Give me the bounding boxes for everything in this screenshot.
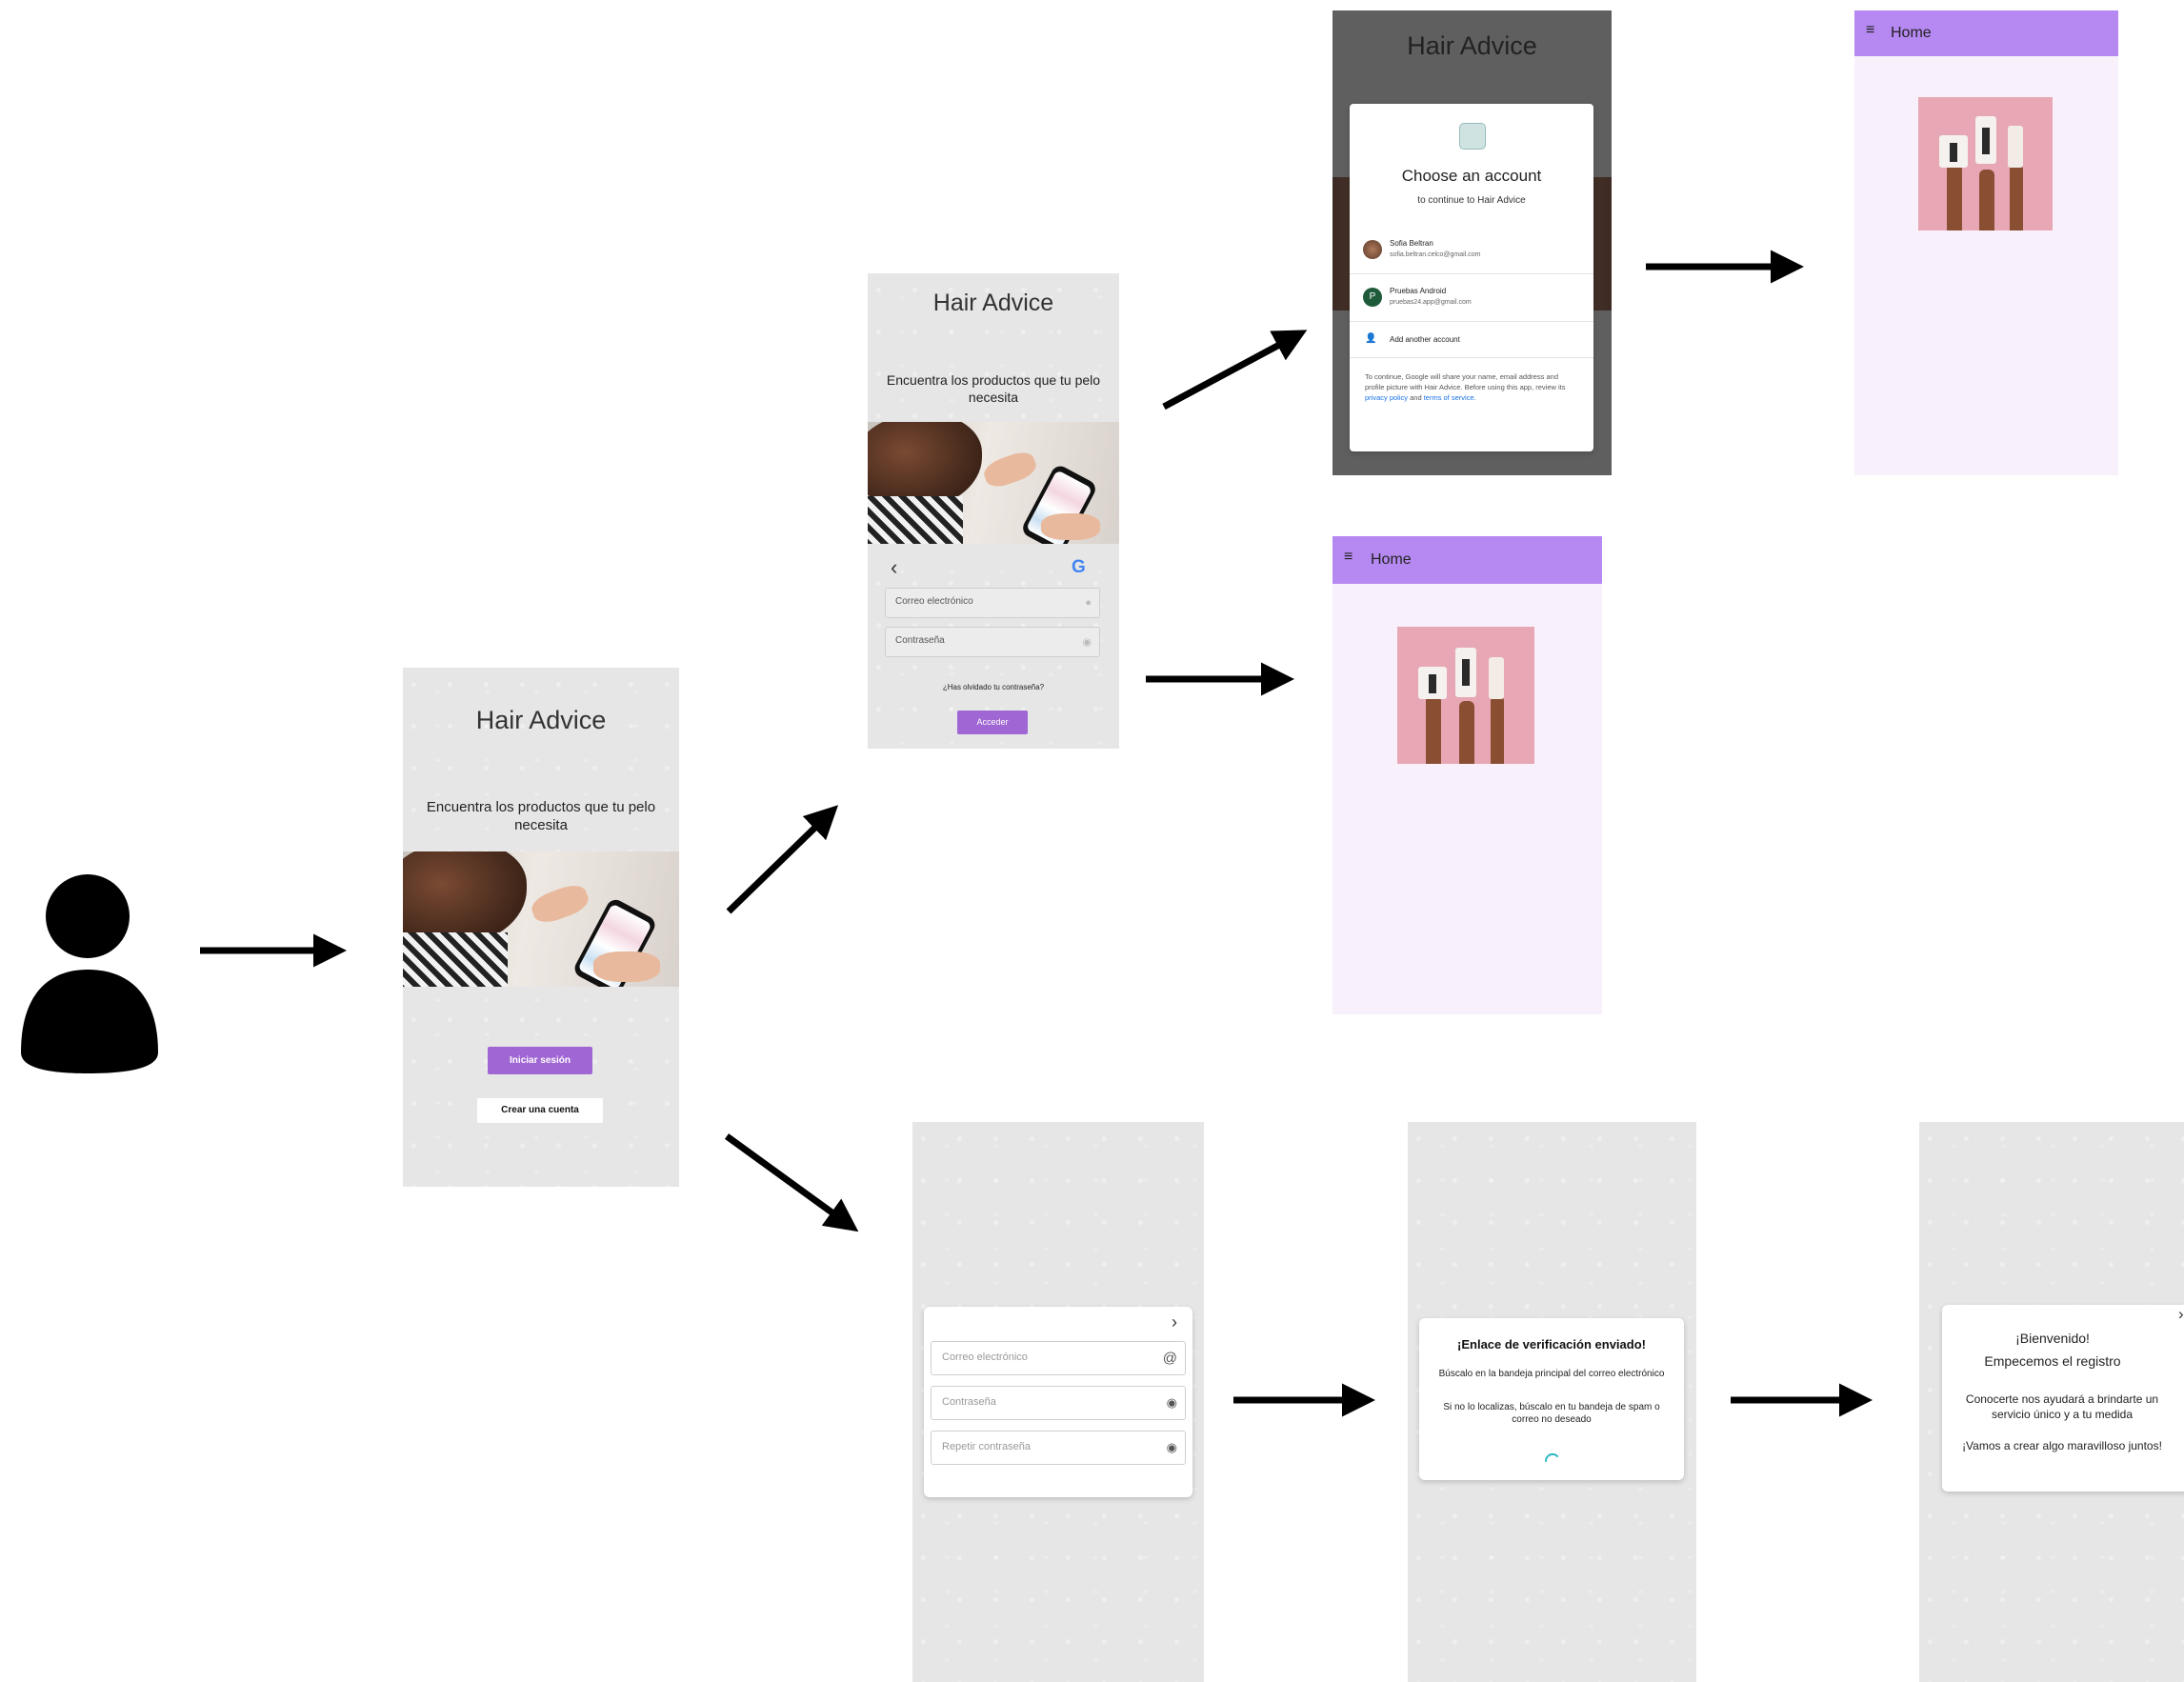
app-title: Hair Advice [475,706,607,734]
arrow-welcome-to-login [726,805,839,914]
app-title: Hair Advice [932,290,1054,316]
dialog-subtitle: to continue to Hair Advice [1417,195,1526,206]
register-screen: › Correo electrónico @ Contraseña ◉ Repe… [912,1122,1204,1682]
disclaimer-text: To continue, Google will share your name… [1365,372,1566,391]
add-account-icon: 👤 [1365,333,1377,344]
back-icon[interactable]: ‹ [891,555,897,580]
onboarding-text-2: ¡Vamos a crear algo maravilloso juntos! [1962,1439,2162,1452]
repeat-password-placeholder: Repetir contraseña [942,1441,1031,1452]
dialog-title: Choose an account [1401,167,1542,185]
arrow-login-to-google [1162,330,1308,410]
welcome-screen: Hair Advice Encuentra los productos que … [403,668,679,1187]
verification-line-1: Búscalo en la bandeja principal del corr… [1438,1369,1665,1379]
disclaimer: To continue, Google will share your name… [1365,372,1578,404]
google-icon: G [1072,557,1086,577]
app-bar: ≡ Home [1854,10,2118,56]
tagline: Encuentra los productos que tu pelo nece… [886,372,1101,405]
email-placeholder: Correo electrónico [942,1352,1028,1363]
eye-icon[interactable]: ◉ [1167,1440,1177,1455]
account-email: sofia.beltran.celco@gmail.com [1390,251,1481,258]
onboarding-card: › ¡Bienvenido! Empecemos el registro Con… [1942,1305,2184,1492]
app-title: Hair Advice [1407,31,1537,60]
add-account-row[interactable]: 👤 Add another account [1350,323,1593,358]
tagline: Encuentra los productos que tu pelo nece… [426,799,656,833]
onboarding-welcome: ¡Bienvenido! [2015,1331,2090,1346]
account-row[interactable]: P Pruebas Android pruebas24.app@gmail.co… [1350,275,1593,322]
product-image [1918,97,2053,230]
at-icon: ● [1085,597,1092,609]
account-chooser-dialog: Choose an account to continue to Hair Ad… [1350,104,1593,451]
password-placeholder: Contraseña [942,1396,996,1408]
onboarding-text-1: Conocerte nos ayudará a brindarte un ser… [1965,1392,2159,1421]
page-title: Home [1371,551,1412,568]
repeat-password-field[interactable]: Repetir contraseña ◉ [931,1431,1186,1465]
app-logo-icon [1459,123,1486,150]
login-screen: Hair Advice Encuentra los productos que … [868,273,1119,749]
onboarding-screen: › ¡Bienvenido! Empecemos el registro Con… [1919,1122,2184,1682]
terms-link[interactable]: terms of service. [1424,393,1476,402]
avatar [1363,240,1382,259]
forgot-password-link[interactable]: ¿Has olvidado tu contraseña? [868,683,1119,691]
and-text: and [1410,392,1422,402]
hero-photo [868,422,1119,544]
at-icon: @ [1162,1350,1177,1367]
onboarding-start: Empecemos el registro [1984,1353,2121,1369]
avatar: P [1363,288,1382,307]
password-field[interactable]: Contraseña ◉ [931,1386,1186,1420]
chevron-right-icon[interactable]: › [2178,1305,2184,1324]
verification-line-2: Si no lo localizas, búscalo en tu bandej… [1443,1402,1660,1425]
menu-icon[interactable]: ≡ [1344,549,1352,566]
home-screen: ≡ Home [1332,536,1602,1014]
eye-icon[interactable]: ◉ [1082,636,1092,649]
register-card: › Correo electrónico @ Contraseña ◉ Repe… [924,1307,1192,1497]
login-button[interactable]: Iniciar sesión [488,1047,592,1074]
verification-title: ¡Enlace de verificación enviado! [1457,1337,1646,1352]
account-row[interactable]: Sofia Beltran sofia.beltran.celco@gmail.… [1350,228,1593,274]
account-email: pruebas24.app@gmail.com [1390,299,1472,306]
home-screen: ≡ Home [1854,10,2118,475]
privacy-link[interactable]: privacy policy [1365,393,1408,402]
password-field[interactable]: Contraseña ◉ [885,627,1100,657]
eye-icon[interactable]: ◉ [1167,1395,1177,1411]
product-image [1397,627,1534,764]
account-name: Sofia Beltran [1390,239,1433,248]
chevron-right-icon[interactable]: › [1172,1312,1177,1332]
verification-card: ¡Enlace de verificación enviado! Búscalo… [1419,1318,1684,1480]
password-placeholder: Contraseña [895,635,945,646]
email-placeholder: Correo electrónico [895,596,973,607]
email-field[interactable]: Correo electrónico @ [931,1341,1186,1375]
email-field[interactable]: Correo electrónico ● [885,588,1100,618]
create-account-button[interactable]: Crear una cuenta [477,1098,603,1123]
arrow-welcome-to-register [724,1133,859,1232]
google-chooser-screen: Hair Advice Choose an account to continu… [1332,10,1612,475]
account-name: Pruebas Android [1390,287,1447,295]
add-account-label: Add another account [1390,335,1460,344]
page-title: Home [1891,25,1932,41]
submit-button[interactable]: Acceder [957,711,1028,734]
verification-screen: ¡Enlace de verificación enviado! Búscalo… [1408,1122,1696,1682]
hero-photo [403,851,679,987]
menu-icon[interactable]: ≡ [1866,22,1874,39]
spinner-icon [1544,1452,1558,1462]
app-bar: ≡ Home [1332,536,1602,584]
